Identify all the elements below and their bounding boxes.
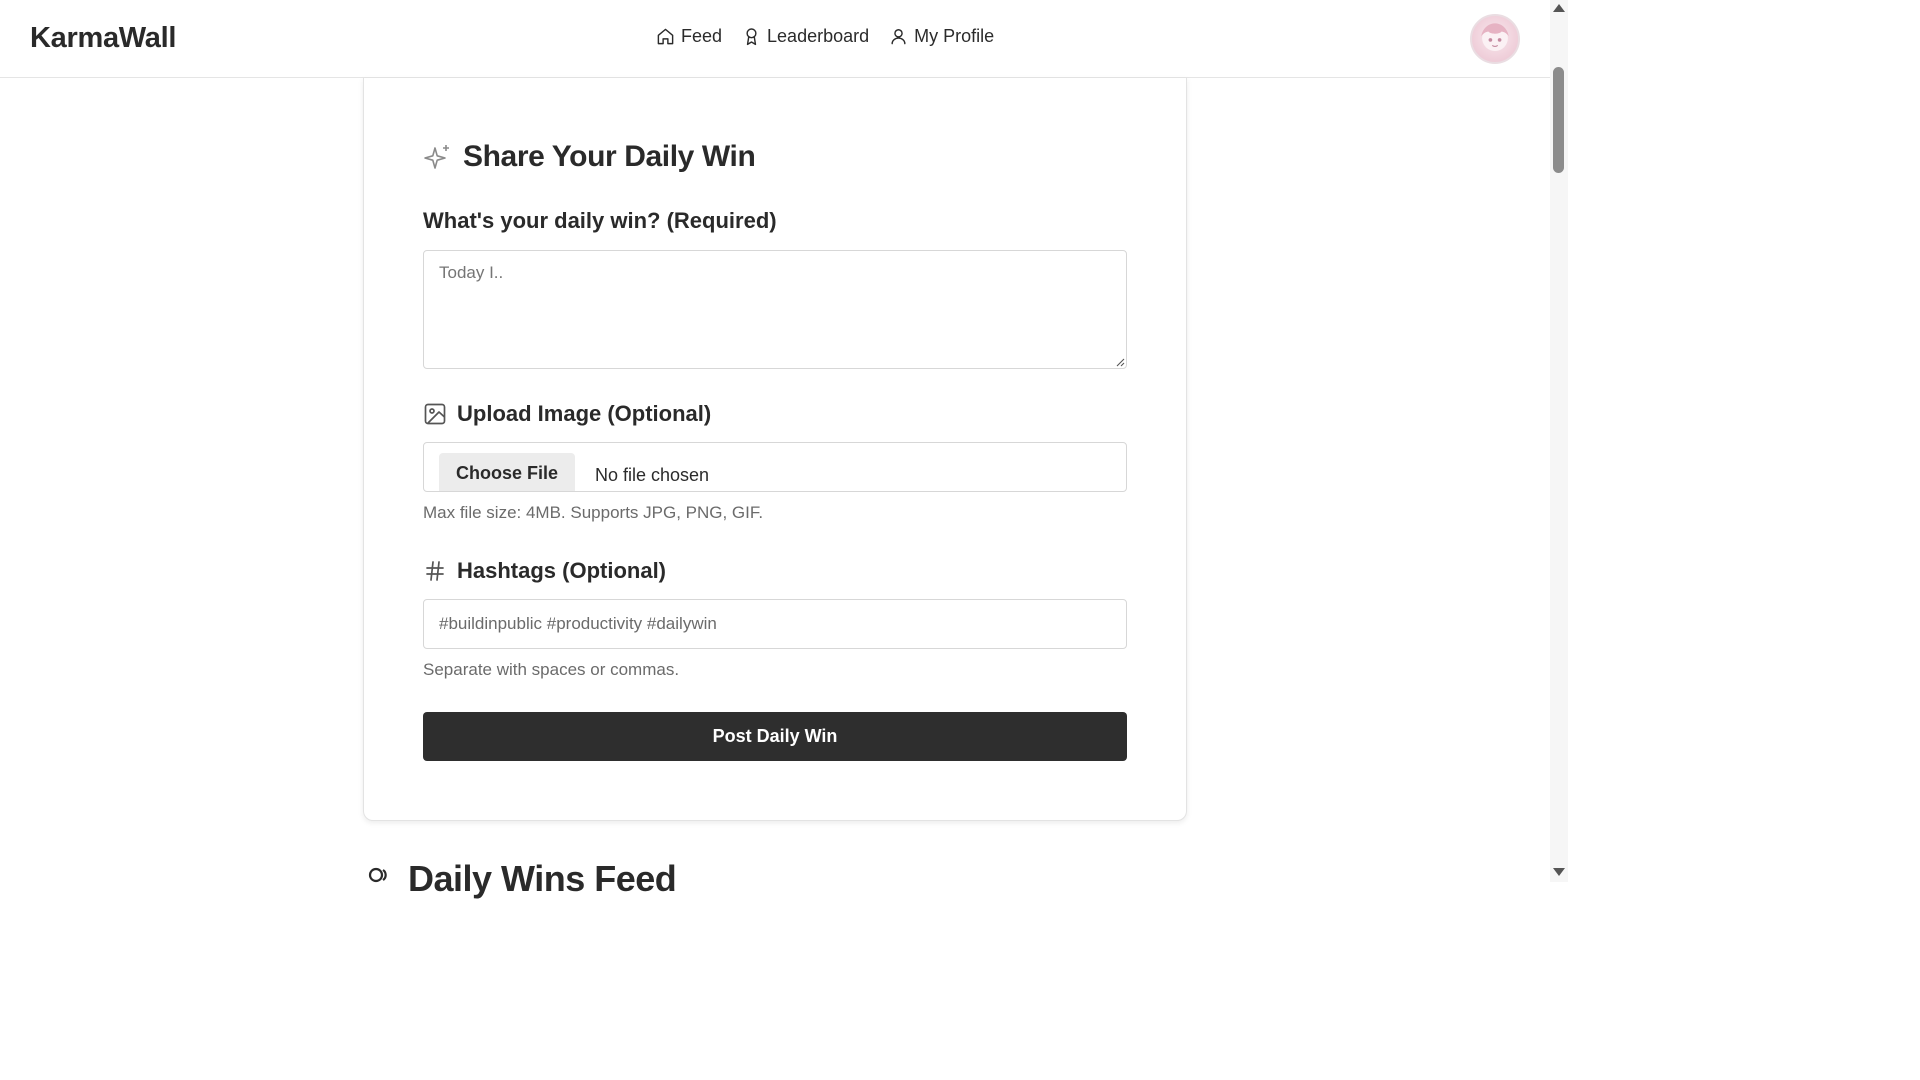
- main-nav: Feed Leaderboard My Profile: [656, 26, 994, 47]
- award-icon: [746, 28, 757, 46]
- upload-image-label: Upload Image (Optional): [457, 401, 712, 426]
- hashtags-label: Hashtags (Optional): [457, 558, 667, 583]
- hashtags-placeholder: #buildinpublic #productivity #dailywin: [439, 614, 717, 633]
- nav-item-label: Feed: [681, 26, 723, 46]
- resize-grip-icon[interactable]: [1115, 357, 1125, 367]
- upload-image-label-row: Upload Image (Optional): [423, 401, 711, 427]
- choose-file-button[interactable]: Choose File: [439, 453, 575, 491]
- daily-win-label: What's your daily win? (Required): [423, 208, 777, 233]
- home-icon: [657, 28, 674, 45]
- share-win-card: Share Your Daily Win What's your daily w…: [363, 78, 1187, 821]
- file-upload-field[interactable]: Choose File No file chosen: [423, 442, 1127, 492]
- nav-item-label: My Profile: [914, 26, 995, 46]
- file-status-text: No file chosen: [595, 465, 710, 485]
- nav-item-feed[interactable]: Feed: [656, 26, 722, 47]
- scroll-up-arrow-icon[interactable]: [1553, 4, 1565, 12]
- avatar-image-icon: [1481, 23, 1509, 51]
- feed-heading-text: Daily Wins Feed: [408, 858, 677, 899]
- hashtags-help-text: Separate with spaces or commas.: [423, 660, 680, 679]
- card-title: Share Your Daily Win: [423, 140, 756, 174]
- scrollbar-thumb[interactable]: [1553, 67, 1564, 173]
- nav-item-my-profile[interactable]: My Profile: [889, 26, 994, 47]
- feed-heading: Daily Wins Feed: [366, 858, 677, 900]
- sparkles-icon: [424, 145, 449, 169]
- user-icon: [891, 29, 906, 45]
- hashtags-label-row: Hashtags (Optional): [423, 558, 666, 584]
- nav-item-leaderboard[interactable]: Leaderboard: [742, 26, 869, 47]
- top-navbar: KarmaWall Feed Leaderboard My Profile: [0, 0, 1550, 78]
- image-icon: [424, 403, 446, 425]
- nav-item-label: Leaderboard: [767, 26, 870, 46]
- app-logo[interactable]: KarmaWall: [30, 22, 176, 55]
- hashtags-input[interactable]: #buildinpublic #productivity #dailywin: [423, 599, 1127, 649]
- hashtag-icon: [426, 561, 444, 581]
- users-icon: [368, 867, 387, 883]
- image-help-text: Max file size: 4MB. Supports JPG, PNG, G…: [423, 503, 764, 522]
- card-title-text: Share Your Daily Win: [463, 140, 756, 173]
- avatar[interactable]: [1470, 14, 1520, 64]
- daily-win-textarea[interactable]: [423, 250, 1127, 369]
- post-daily-win-button[interactable]: Post Daily Win: [423, 712, 1127, 761]
- scroll-down-arrow-icon[interactable]: [1553, 868, 1565, 876]
